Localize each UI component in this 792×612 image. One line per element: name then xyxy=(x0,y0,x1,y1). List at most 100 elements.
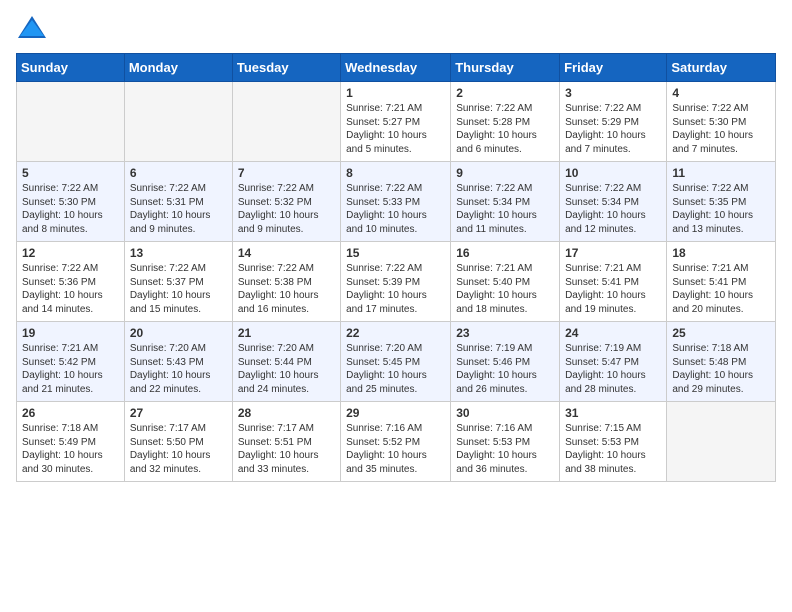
day-number: 12 xyxy=(22,246,119,260)
day-number: 17 xyxy=(565,246,661,260)
day-number: 26 xyxy=(22,406,119,420)
day-number: 11 xyxy=(672,166,770,180)
day-number: 20 xyxy=(130,326,227,340)
day-number: 22 xyxy=(346,326,445,340)
calendar-day-cell: 7 Sunrise: 7:22 AM Sunset: 5:32 PM Daylig… xyxy=(232,162,340,242)
calendar-day-cell xyxy=(124,82,232,162)
day-info: Sunrise: 7:20 AM Sunset: 5:44 PM Dayligh… xyxy=(238,342,335,396)
day-number: 7 xyxy=(238,166,335,180)
calendar-day-cell xyxy=(232,82,340,162)
day-number: 14 xyxy=(238,246,335,260)
day-number: 4 xyxy=(672,86,770,100)
calendar-day-cell: 14 Sunrise: 7:22 AM Sunset: 5:38 PM Dayli… xyxy=(232,242,340,322)
calendar-day-cell: 31Sunrise: 7:15 AM Sunset: 5:53 PM Dayli… xyxy=(560,402,667,482)
calendar-day-cell: 21 Sunrise: 7:20 AM Sunset: 5:44 PM Dayli… xyxy=(232,322,340,402)
day-number: 1 xyxy=(346,86,445,100)
day-info: Sunrise: 7:18 AM Sunset: 5:49 PM Dayligh… xyxy=(22,422,119,476)
day-number: 27 xyxy=(130,406,227,420)
day-number: 31 xyxy=(565,406,661,420)
day-info: Sunrise: 7:20 AM Sunset: 5:45 PM Dayligh… xyxy=(346,342,445,396)
day-info: Sunrise: 7:17 AM Sunset: 5:50 PM Dayligh… xyxy=(130,422,227,476)
calendar-day-cell: 5 Sunrise: 7:22 AM Sunset: 5:30 PM Daylig… xyxy=(17,162,125,242)
day-info: Sunrise: 7:22 AM Sunset: 5:35 PM Dayligh… xyxy=(672,182,770,236)
calendar-day-cell: 12Sunrise: 7:22 AM Sunset: 5:36 PM Dayli… xyxy=(17,242,125,322)
calendar-day-cell: 30 Sunrise: 7:16 AM Sunset: 5:53 PM Dayli… xyxy=(451,402,560,482)
calendar-day-cell: 4 Sunrise: 7:22 AM Sunset: 5:30 PM Daylig… xyxy=(667,82,776,162)
calendar-day-cell: 25 Sunrise: 7:18 AM Sunset: 5:48 PM Dayli… xyxy=(667,322,776,402)
calendar-day-cell xyxy=(667,402,776,482)
day-number: 5 xyxy=(22,166,119,180)
calendar-day-cell: 10Sunrise: 7:22 AM Sunset: 5:34 PM Dayli… xyxy=(560,162,667,242)
day-info: Sunrise: 7:22 AM Sunset: 5:30 PM Dayligh… xyxy=(672,102,770,156)
day-info: Sunrise: 7:20 AM Sunset: 5:43 PM Dayligh… xyxy=(130,342,227,396)
day-number: 28 xyxy=(238,406,335,420)
day-info: Sunrise: 7:22 AM Sunset: 5:31 PM Dayligh… xyxy=(130,182,227,236)
day-info: Sunrise: 7:18 AM Sunset: 5:48 PM Dayligh… xyxy=(672,342,770,396)
calendar-day-cell: 17Sunrise: 7:21 AM Sunset: 5:41 PM Dayli… xyxy=(560,242,667,322)
calendar-day-cell: 26 Sunrise: 7:18 AM Sunset: 5:49 PM Dayli… xyxy=(17,402,125,482)
calendar-week-row: 26 Sunrise: 7:18 AM Sunset: 5:49 PM Dayli… xyxy=(17,402,776,482)
day-info: Sunrise: 7:22 AM Sunset: 5:29 PM Dayligh… xyxy=(565,102,661,156)
day-number: 21 xyxy=(238,326,335,340)
calendar-day-cell: 8Sunrise: 7:22 AM Sunset: 5:33 PM Daylig… xyxy=(341,162,451,242)
day-info: Sunrise: 7:21 AM Sunset: 5:42 PM Dayligh… xyxy=(22,342,119,396)
day-number: 19 xyxy=(22,326,119,340)
day-number: 30 xyxy=(456,406,554,420)
calendar-day-cell: 23Sunrise: 7:19 AM Sunset: 5:46 PM Dayli… xyxy=(451,322,560,402)
day-number: 6 xyxy=(130,166,227,180)
day-number: 10 xyxy=(565,166,661,180)
day-of-week-header: Thursday xyxy=(451,54,560,82)
day-number: 18 xyxy=(672,246,770,260)
calendar-week-row: 5 Sunrise: 7:22 AM Sunset: 5:30 PM Daylig… xyxy=(17,162,776,242)
day-number: 23 xyxy=(456,326,554,340)
day-number: 24 xyxy=(565,326,661,340)
day-info: Sunrise: 7:19 AM Sunset: 5:47 PM Dayligh… xyxy=(565,342,661,396)
calendar-day-cell xyxy=(17,82,125,162)
day-number: 2 xyxy=(456,86,554,100)
day-info: Sunrise: 7:22 AM Sunset: 5:39 PM Dayligh… xyxy=(346,262,445,316)
day-of-week-header: Monday xyxy=(124,54,232,82)
day-number: 15 xyxy=(346,246,445,260)
day-number: 13 xyxy=(130,246,227,260)
calendar-week-row: 12Sunrise: 7:22 AM Sunset: 5:36 PM Dayli… xyxy=(17,242,776,322)
calendar-day-cell: 15 Sunrise: 7:22 AM Sunset: 5:39 PM Dayli… xyxy=(341,242,451,322)
day-number: 25 xyxy=(672,326,770,340)
calendar-day-cell: 1 Sunrise: 7:21 AM Sunset: 5:27 PM Daylig… xyxy=(341,82,451,162)
calendar-day-cell: 2Sunrise: 7:22 AM Sunset: 5:28 PM Daylig… xyxy=(451,82,560,162)
day-info: Sunrise: 7:22 AM Sunset: 5:38 PM Dayligh… xyxy=(238,262,335,316)
day-of-week-header: Tuesday xyxy=(232,54,340,82)
day-of-week-header: Friday xyxy=(560,54,667,82)
day-info: Sunrise: 7:21 AM Sunset: 5:40 PM Dayligh… xyxy=(456,262,554,316)
calendar-table: SundayMondayTuesdayWednesdayThursdayFrid… xyxy=(16,53,776,482)
page-header xyxy=(16,16,776,43)
day-of-week-header: Sunday xyxy=(17,54,125,82)
calendar-day-cell: 18 Sunrise: 7:21 AM Sunset: 5:41 PM Dayli… xyxy=(667,242,776,322)
calendar-day-cell: 9 Sunrise: 7:22 AM Sunset: 5:34 PM Daylig… xyxy=(451,162,560,242)
calendar-day-cell: 6 Sunrise: 7:22 AM Sunset: 5:31 PM Daylig… xyxy=(124,162,232,242)
logo-icon xyxy=(18,16,46,38)
calendar-day-cell: 27 Sunrise: 7:17 AM Sunset: 5:50 PM Dayli… xyxy=(124,402,232,482)
calendar-week-row: 19 Sunrise: 7:21 AM Sunset: 5:42 PM Dayli… xyxy=(17,322,776,402)
calendar-header-row: SundayMondayTuesdayWednesdayThursdayFrid… xyxy=(17,54,776,82)
day-info: Sunrise: 7:22 AM Sunset: 5:37 PM Dayligh… xyxy=(130,262,227,316)
calendar-week-row: 1 Sunrise: 7:21 AM Sunset: 5:27 PM Daylig… xyxy=(17,82,776,162)
calendar-day-cell: 13 Sunrise: 7:22 AM Sunset: 5:37 PM Dayli… xyxy=(124,242,232,322)
day-info: Sunrise: 7:22 AM Sunset: 5:34 PM Dayligh… xyxy=(456,182,554,236)
day-info: Sunrise: 7:21 AM Sunset: 5:41 PM Dayligh… xyxy=(672,262,770,316)
day-number: 16 xyxy=(456,246,554,260)
calendar-day-cell: 28Sunrise: 7:17 AM Sunset: 5:51 PM Dayli… xyxy=(232,402,340,482)
day-info: Sunrise: 7:16 AM Sunset: 5:52 PM Dayligh… xyxy=(346,422,445,476)
calendar-day-cell: 19 Sunrise: 7:21 AM Sunset: 5:42 PM Dayli… xyxy=(17,322,125,402)
day-number: 29 xyxy=(346,406,445,420)
day-number: 9 xyxy=(456,166,554,180)
day-info: Sunrise: 7:22 AM Sunset: 5:33 PM Dayligh… xyxy=(346,182,445,236)
day-info: Sunrise: 7:22 AM Sunset: 5:30 PM Dayligh… xyxy=(22,182,119,236)
calendar-day-cell: 22 Sunrise: 7:20 AM Sunset: 5:45 PM Dayli… xyxy=(341,322,451,402)
calendar-day-cell: 16 Sunrise: 7:21 AM Sunset: 5:40 PM Dayli… xyxy=(451,242,560,322)
day-of-week-header: Wednesday xyxy=(341,54,451,82)
day-info: Sunrise: 7:21 AM Sunset: 5:27 PM Dayligh… xyxy=(346,102,445,156)
day-info: Sunrise: 7:22 AM Sunset: 5:32 PM Dayligh… xyxy=(238,182,335,236)
logo xyxy=(16,16,50,43)
day-info: Sunrise: 7:16 AM Sunset: 5:53 PM Dayligh… xyxy=(456,422,554,476)
day-number: 3 xyxy=(565,86,661,100)
